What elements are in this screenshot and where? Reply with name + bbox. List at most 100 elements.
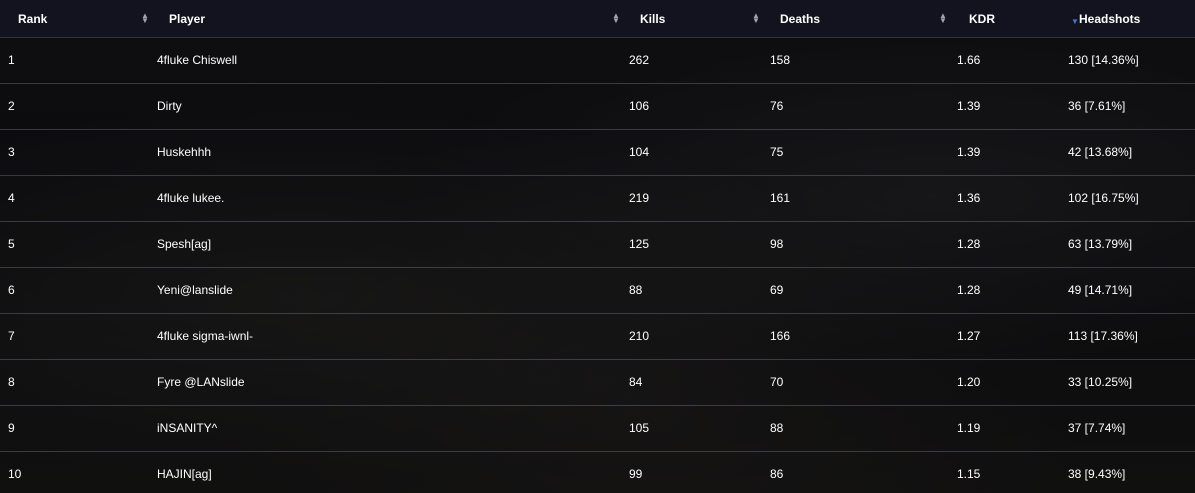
- cell-headshots-value: 42 [13.68%]: [1068, 145, 1133, 159]
- cell-kills-value: 99: [629, 467, 643, 481]
- table-row[interactable]: 10 HAJIN[ag] 99 86 1.15 38 [9.43%]: [0, 451, 1195, 493]
- cell-deaths-value: 98: [770, 237, 784, 251]
- cell-rank-value: 1: [8, 53, 15, 67]
- cell-rank: 3: [0, 130, 145, 176]
- cell-player: 4fluke Chiswell: [145, 38, 615, 84]
- cell-player: Spesh[ag]: [145, 222, 615, 268]
- table-row[interactable]: 4 4fluke lukee. 219 161 1.36 102 [16.75%]: [0, 175, 1195, 222]
- cell-deaths-value: 69: [770, 283, 784, 297]
- cell-headshots: 36 [7.61%]: [1068, 84, 1195, 130]
- cell-kdr-value: 1.27: [957, 329, 981, 343]
- column-header-kills-label: Kills: [640, 12, 666, 26]
- cell-rank: 7: [0, 314, 145, 360]
- cell-player-value[interactable]: iNSANITY^: [157, 421, 217, 435]
- cell-headshots: 33 [10.25%]: [1068, 360, 1195, 406]
- table-row[interactable]: 7 4fluke sigma-iwnl- 210 166 1.27 113 [17.36%…: [0, 313, 1195, 360]
- cell-kills: 105: [615, 406, 755, 452]
- cell-rank-value: 7: [8, 329, 15, 343]
- cell-kdr-value: 1.39: [957, 99, 981, 113]
- column-header-headshots[interactable]: Headshots: [1079, 0, 1195, 38]
- cell-deaths-value: 86: [770, 467, 784, 481]
- cell-headshots: 38 [9.43%]: [1068, 452, 1195, 493]
- cell-player: Fyre @LANslide: [145, 360, 615, 406]
- cell-player-value[interactable]: 4fluke Chiswell: [157, 53, 237, 67]
- cell-player-value[interactable]: Yeni@lanslide: [157, 283, 233, 297]
- cell-rank: 9: [0, 406, 145, 452]
- cell-kills-value: 125: [629, 237, 650, 251]
- cell-rank: 2: [0, 84, 145, 130]
- column-header-kills[interactable]: Kills ▲ ▼: [615, 0, 760, 38]
- cell-kdr: 1.19: [945, 406, 1085, 452]
- table-row[interactable]: 9 iNSANITY^ 105 88 1.19 37 [7.74%]: [0, 405, 1195, 452]
- cell-rank: 1: [0, 38, 145, 84]
- sort-desc-icon[interactable]: ▼: [1071, 18, 1079, 26]
- cell-deaths: 86: [755, 452, 945, 493]
- cell-player-value[interactable]: Huskehhh: [157, 145, 211, 159]
- cell-player-value[interactable]: 4fluke lukee.: [157, 191, 224, 205]
- column-header-headshots-label: Headshots: [1079, 12, 1141, 26]
- column-header-deaths[interactable]: Deaths ▲ ▼: [755, 0, 947, 38]
- table-row[interactable]: 5 Spesh[ag] 125 98 1.28 63 [13.79%]: [0, 221, 1195, 268]
- cell-headshots-value: 36 [7.61%]: [1068, 99, 1126, 113]
- cell-kdr: 1.15: [945, 452, 1085, 493]
- cell-headshots-value: 130 [14.36%]: [1068, 53, 1139, 67]
- cell-rank: 5: [0, 222, 145, 268]
- cell-player-value[interactable]: Spesh[ag]: [157, 237, 211, 251]
- column-header-kdr-label: KDR: [969, 12, 995, 26]
- cell-deaths: 69: [755, 268, 945, 314]
- cell-deaths-value: 76: [770, 99, 784, 113]
- cell-rank-value: 4: [8, 191, 15, 205]
- cell-player-value[interactable]: 4fluke sigma-iwnl-: [157, 329, 253, 343]
- cell-kills-value: 105: [629, 421, 650, 435]
- cell-headshots-value: 37 [7.74%]: [1068, 421, 1126, 435]
- cell-kdr: 1.66: [945, 38, 1085, 84]
- cell-rank-value: 3: [8, 145, 15, 159]
- cell-kdr-value: 1.19: [957, 421, 981, 435]
- cell-player-value[interactable]: Dirty: [157, 99, 182, 113]
- cell-rank: 8: [0, 360, 145, 406]
- table-row[interactable]: 1 4fluke Chiswell 262 158 1.66 130 [14.36%]: [0, 37, 1195, 84]
- cell-headshots-value: 38 [9.43%]: [1068, 467, 1126, 481]
- leaderboard-table: Rank ▲ ▼ Player ▲ ▼ Kills ▲ ▼ Deaths ▲ ▼ KDR…: [0, 0, 1195, 493]
- cell-player: Huskehhh: [145, 130, 615, 176]
- cell-deaths: 166: [755, 314, 945, 360]
- cell-rank: 10: [0, 452, 145, 493]
- cell-player-value[interactable]: HAJIN[ag]: [157, 467, 212, 481]
- cell-headshots: 63 [13.79%]: [1068, 222, 1195, 268]
- cell-player: Dirty: [145, 84, 615, 130]
- cell-player-value[interactable]: Fyre @LANslide: [157, 375, 245, 389]
- cell-headshots-value: 49 [14.71%]: [1068, 283, 1133, 297]
- cell-headshots: 102 [16.75%]: [1068, 176, 1195, 222]
- cell-kills-value: 84: [629, 375, 643, 389]
- cell-headshots: 130 [14.36%]: [1068, 38, 1195, 84]
- cell-kills: 125: [615, 222, 755, 268]
- cell-kills: 104: [615, 130, 755, 176]
- cell-player: Yeni@lanslide: [145, 268, 615, 314]
- column-header-deaths-label: Deaths: [780, 12, 821, 26]
- column-header-kdr[interactable]: KDR ▼: [945, 0, 1085, 38]
- table-row[interactable]: 3 Huskehhh 104 75 1.39 42 [13.68%]: [0, 129, 1195, 176]
- cell-kdr: 1.39: [945, 84, 1085, 130]
- cell-deaths-value: 70: [770, 375, 784, 389]
- cell-kdr: 1.27: [945, 314, 1085, 360]
- cell-kdr: 1.28: [945, 222, 1085, 268]
- cell-headshots-value: 63 [13.79%]: [1068, 237, 1133, 251]
- cell-kdr: 1.39: [945, 130, 1085, 176]
- cell-player: 4fluke lukee.: [145, 176, 615, 222]
- column-header-player[interactable]: Player ▲ ▼: [145, 0, 620, 38]
- cell-rank-value: 2: [8, 99, 15, 113]
- table-row[interactable]: 6 Yeni@lanslide 88 69 1.28 49 [14.71%]: [0, 267, 1195, 314]
- cell-deaths: 76: [755, 84, 945, 130]
- cell-kdr-value: 1.36: [957, 191, 981, 205]
- table-row[interactable]: 8 Fyre @LANslide 84 70 1.20 33 [10.25%]: [0, 359, 1195, 406]
- cell-kills: 99: [615, 452, 755, 493]
- cell-headshots-value: 113 [17.36%]: [1068, 329, 1138, 343]
- table-row[interactable]: 2 Dirty 106 76 1.39 36 [7.61%]: [0, 83, 1195, 130]
- cell-kdr-value: 1.66: [957, 53, 981, 67]
- column-header-rank[interactable]: Rank ▲ ▼: [0, 0, 149, 38]
- column-header-player-label: Player: [169, 12, 206, 26]
- cell-headshots: 49 [14.71%]: [1068, 268, 1195, 314]
- cell-player: HAJIN[ag]: [145, 452, 615, 493]
- cell-deaths: 75: [755, 130, 945, 176]
- cell-kills: 106: [615, 84, 755, 130]
